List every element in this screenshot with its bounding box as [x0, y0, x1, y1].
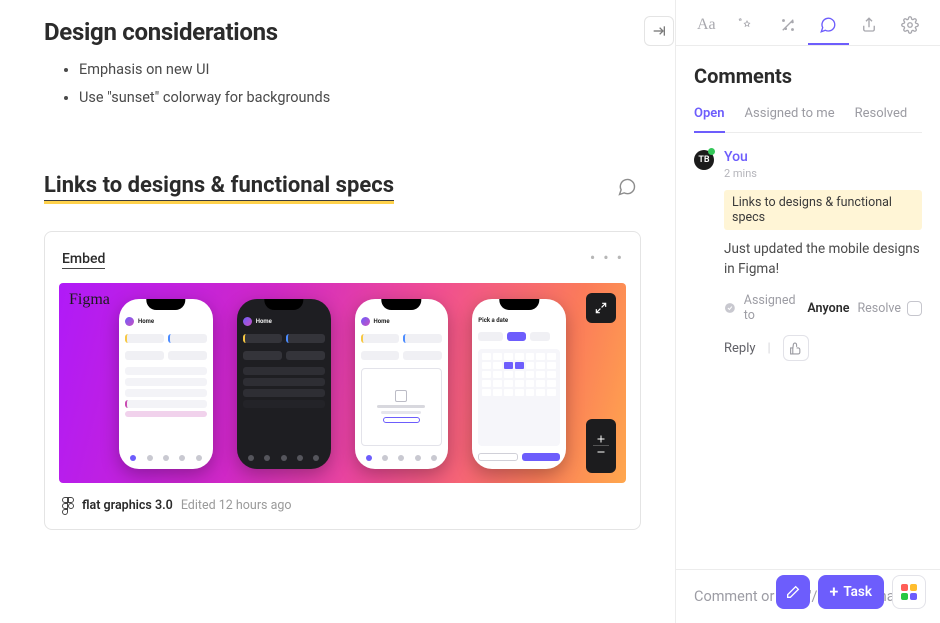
- comment-thread[interactable]: TB You 2 mins Links to designs & functio…: [694, 149, 922, 361]
- fab-apps-button[interactable]: [892, 575, 926, 609]
- mockup-phone: Home: [237, 299, 331, 469]
- embed-meta: flat graphics 3.0 Edited 12 hours ago: [59, 497, 626, 515]
- comment-filter-tabs: Open Assigned to me Resolved: [694, 106, 922, 133]
- share-tool-icon[interactable]: [849, 6, 890, 45]
- zoom-in-icon[interactable]: [595, 433, 607, 445]
- heading-links-to-designs: Links to designs & functional specs: [44, 173, 394, 201]
- bullet-list: Emphasis on new UI Use "sunset" colorway…: [44, 56, 641, 113]
- panel-title: Comments: [694, 64, 922, 88]
- mockup-phone: Pick a date: [472, 299, 566, 469]
- comment-reference[interactable]: Links to designs & functional specs: [724, 190, 922, 230]
- zoom-controls[interactable]: [586, 419, 616, 473]
- tab-open[interactable]: Open: [694, 106, 725, 133]
- figma-embed-canvas[interactable]: Figma Home: [59, 283, 626, 483]
- tab-resolved[interactable]: Resolved: [855, 106, 908, 132]
- resolve-checkbox[interactable]: [907, 301, 922, 316]
- collapse-sidebar-button[interactable]: [644, 16, 674, 46]
- tab-assigned[interactable]: Assigned to me: [745, 106, 835, 132]
- typography-tool-icon[interactable]: Aa: [686, 6, 727, 45]
- figma-icon: [62, 497, 74, 515]
- bullet-item: Emphasis on new UI: [79, 56, 641, 84]
- comment-author: You: [724, 149, 922, 165]
- reply-button[interactable]: Reply: [724, 341, 756, 356]
- comments-tool-icon[interactable]: [808, 6, 849, 45]
- assigned-label: Assigned to: [744, 293, 800, 323]
- sidebar-toolbar: Aa: [676, 0, 940, 46]
- bullet-item: Use "sunset" colorway for backgrounds: [79, 84, 641, 112]
- embed-more-button[interactable]: • • •: [590, 248, 624, 267]
- settings-tool-icon[interactable]: [889, 6, 930, 45]
- comments-sidebar: Aa Comments Open Assigned to me: [676, 0, 940, 623]
- zoom-out-icon[interactable]: [595, 446, 607, 458]
- fab-bar: + Task: [776, 575, 926, 609]
- embed-card: Embed • • • Figma Home: [44, 231, 641, 530]
- comment-body: Just updated the mobile designs in Figma…: [724, 240, 922, 279]
- embed-label-link[interactable]: Embed: [62, 251, 105, 269]
- check-circle-icon: [724, 301, 736, 315]
- resolve-label[interactable]: Resolve: [857, 301, 901, 316]
- figma-badge: Figma: [69, 291, 110, 309]
- heading-design-considerations: Design considerations: [44, 18, 641, 46]
- fab-task-label: Task: [843, 584, 872, 600]
- mockup-phone: Home: [355, 299, 449, 469]
- fab-edit-button[interactable]: [776, 575, 810, 609]
- document-main: Design considerations Emphasis on new UI…: [0, 0, 676, 623]
- thumbs-up-icon[interactable]: [783, 335, 809, 361]
- assignee-name[interactable]: Anyone: [807, 301, 849, 316]
- comment-time: 2 mins: [724, 167, 922, 180]
- comment-icon[interactable]: [617, 177, 637, 201]
- mockup-phone: Home: [119, 299, 213, 469]
- ai-tool-icon[interactable]: [727, 6, 768, 45]
- presence-dot-icon: [708, 148, 715, 155]
- embed-edited-time: Edited 12 hours ago: [181, 498, 292, 513]
- expand-icon[interactable]: [586, 293, 616, 323]
- magic-tool-icon[interactable]: [767, 6, 808, 45]
- fab-new-task-button[interactable]: + Task: [818, 575, 884, 609]
- embed-file-name: flat graphics 3.0: [82, 498, 173, 513]
